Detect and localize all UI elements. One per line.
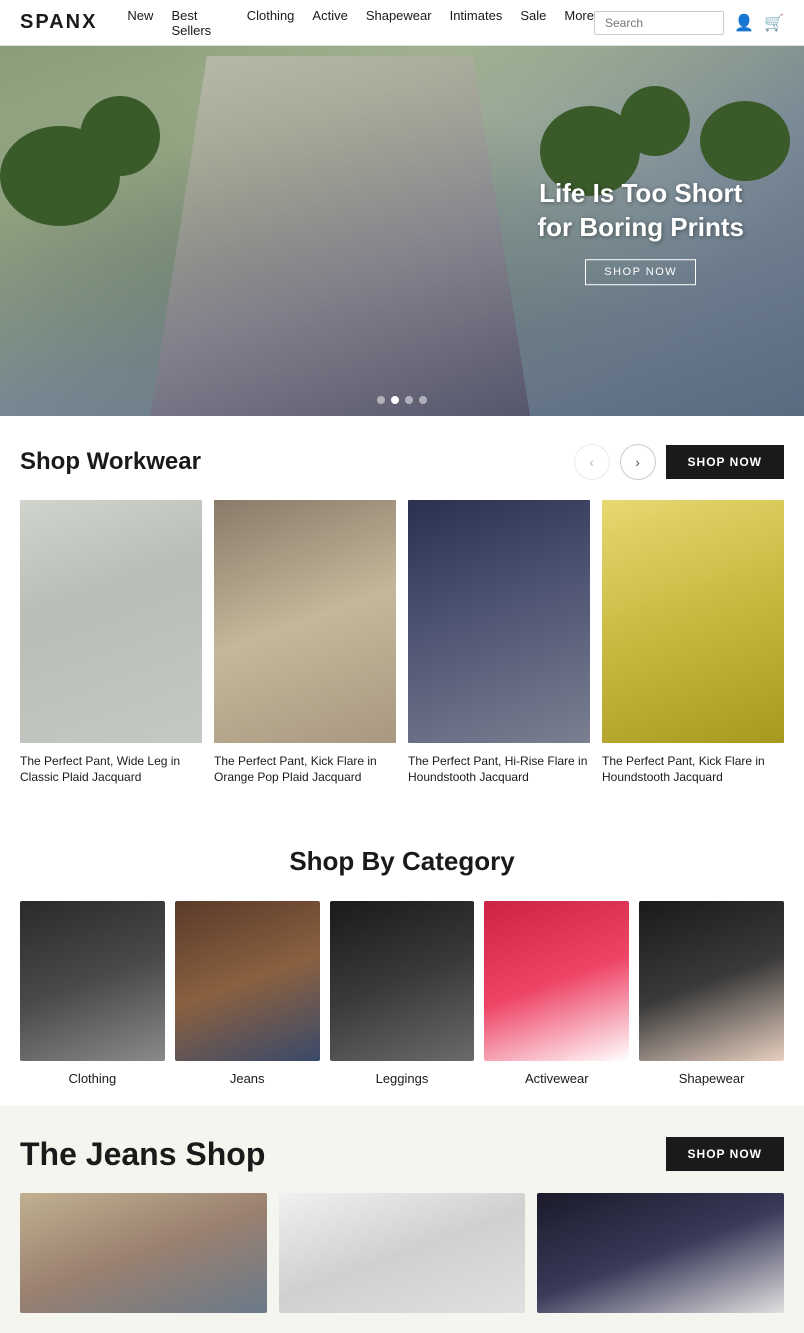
carousel-dot[interactable] xyxy=(377,396,385,404)
hero-banner: Life Is Too Short for Boring Prints SHOP… xyxy=(0,46,804,416)
nav-link-intimates[interactable]: Intimates xyxy=(450,8,503,38)
jeans-product-images xyxy=(20,1193,784,1313)
carousel-dot[interactable] xyxy=(405,396,413,404)
workwear-title: Shop Workwear xyxy=(20,448,201,476)
hero-overlay: Life Is Too Short for Boring Prints SHOP… xyxy=(537,177,744,285)
category-label: Shapewear xyxy=(639,1071,784,1086)
category-image xyxy=(484,901,629,1060)
cart-icon[interactable]: 🛒 xyxy=(764,13,784,33)
product-scroll: The Perfect Pant, Wide Leg in Classic Pl… xyxy=(20,500,784,796)
nav-link-shapewear[interactable]: Shapewear xyxy=(366,8,432,38)
workwear-next-button[interactable]: › xyxy=(620,444,656,480)
brand-logo[interactable]: SPANX xyxy=(20,11,97,34)
hero-decoration xyxy=(80,96,160,176)
product-image xyxy=(408,500,590,743)
product-card[interactable]: The Perfect Pant, Hi-Rise Flare in Hound… xyxy=(408,500,590,786)
nav-link-sale[interactable]: Sale xyxy=(520,8,546,38)
jeans-section: The Jeans Shop SHOP NOW xyxy=(0,1106,804,1333)
category-grid: Clothing Jeans Leggings Activewear Shape… xyxy=(20,901,784,1085)
jeans-card[interactable] xyxy=(20,1193,267,1313)
carousel-dot[interactable] xyxy=(419,396,427,404)
category-image xyxy=(20,901,165,1060)
category-label: Jeans xyxy=(175,1071,320,1086)
jeans-shop-now-button[interactable]: SHOP NOW xyxy=(666,1137,784,1171)
category-item-activewear[interactable]: Activewear xyxy=(484,901,629,1085)
jeans-image xyxy=(20,1193,267,1313)
workwear-header: Shop Workwear ‹ › SHOP NOW xyxy=(20,444,784,480)
jeans-title: The Jeans Shop xyxy=(20,1136,265,1173)
carousel-dot-active[interactable] xyxy=(391,396,399,404)
jeans-card[interactable] xyxy=(537,1193,784,1313)
navigation: SPANX New Best Sellers Clothing Active S… xyxy=(0,0,804,46)
category-item-leggings[interactable]: Leggings xyxy=(330,901,475,1085)
hero-figures xyxy=(150,56,530,416)
search-input[interactable] xyxy=(594,11,724,35)
hero-decoration xyxy=(700,101,790,181)
jeans-header: The Jeans Shop SHOP NOW xyxy=(20,1136,784,1173)
product-name: The Perfect Pant, Hi-Rise Flare in Hound… xyxy=(408,753,590,787)
product-image xyxy=(214,500,396,743)
product-name: The Perfect Pant, Kick Flare in Orange P… xyxy=(214,753,396,787)
workwear-shop-now-button[interactable]: SHOP NOW xyxy=(666,445,784,479)
product-card[interactable]: The Perfect Pant, Kick Flare in Orange P… xyxy=(214,500,396,786)
category-label: Leggings xyxy=(330,1071,475,1086)
category-image xyxy=(175,901,320,1060)
product-name: The Perfect Pant, Wide Leg in Classic Pl… xyxy=(20,753,202,787)
nav-link-new[interactable]: New xyxy=(127,8,153,38)
product-card[interactable]: The Perfect Pant, Wide Leg in Classic Pl… xyxy=(20,500,202,786)
category-image xyxy=(330,901,475,1060)
category-title: Shop By Category xyxy=(20,846,784,877)
jeans-image xyxy=(537,1193,784,1313)
nav-links: New Best Sellers Clothing Active Shapewe… xyxy=(127,8,594,38)
category-item-clothing[interactable]: Clothing xyxy=(20,901,165,1085)
category-label: Clothing xyxy=(20,1071,165,1086)
nav-link-more[interactable]: More xyxy=(564,8,594,38)
product-image xyxy=(602,500,784,743)
hero-decoration xyxy=(620,86,690,156)
category-image xyxy=(639,901,784,1060)
hero-carousel-dots xyxy=(377,396,427,404)
workwear-section: Shop Workwear ‹ › SHOP NOW The Perfect P… xyxy=(0,416,804,806)
nav-right-controls: 👤 🛒 xyxy=(594,11,784,35)
category-label: Activewear xyxy=(484,1071,629,1086)
category-item-jeans[interactable]: Jeans xyxy=(175,901,320,1085)
nav-link-best-sellers[interactable]: Best Sellers xyxy=(171,8,228,38)
product-card[interactable]: The Perfect Pant, Kick Flare in Houndsto… xyxy=(602,500,784,786)
jeans-card[interactable] xyxy=(279,1193,526,1313)
product-name: The Perfect Pant, Kick Flare in Houndsto… xyxy=(602,753,784,787)
category-item-shapewear[interactable]: Shapewear xyxy=(639,901,784,1085)
jeans-image xyxy=(279,1193,526,1313)
user-icon[interactable]: 👤 xyxy=(734,13,754,33)
workwear-nav: ‹ › SHOP NOW xyxy=(574,444,784,480)
nav-link-active[interactable]: Active xyxy=(312,8,347,38)
hero-title: Life Is Too Short for Boring Prints xyxy=(537,177,744,245)
product-image xyxy=(20,500,202,743)
category-section: Shop By Category Clothing Jeans Leggings… xyxy=(0,806,804,1105)
workwear-prev-button[interactable]: ‹ xyxy=(574,444,610,480)
nav-link-clothing[interactable]: Clothing xyxy=(247,8,295,38)
hero-shop-now-button[interactable]: SHOP NOW xyxy=(585,259,696,285)
